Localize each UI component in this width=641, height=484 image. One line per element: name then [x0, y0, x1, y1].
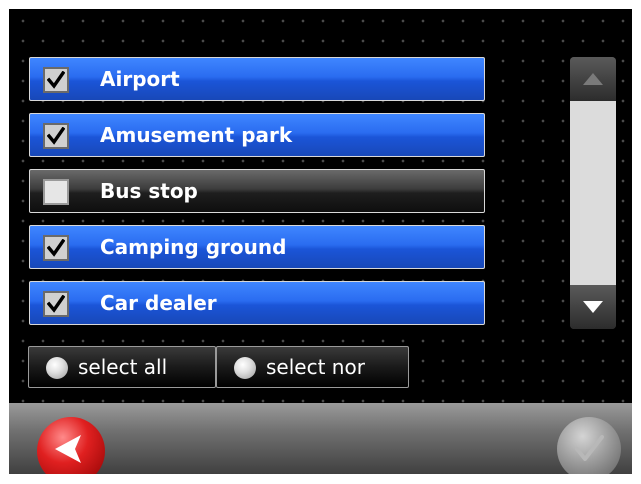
checkmark-icon	[47, 71, 65, 89]
back-button[interactable]	[37, 417, 105, 474]
scroll-down-button[interactable]	[570, 285, 616, 329]
list-item-car-dealer[interactable]: Car dealer	[29, 281, 485, 325]
confirm-button[interactable]	[557, 417, 621, 474]
list-item-label: Airport	[100, 67, 180, 91]
checkmark-icon	[575, 435, 604, 461]
select-all-button[interactable]: select all	[28, 346, 216, 388]
list-item-amusement-park[interactable]: Amusement park	[29, 113, 485, 157]
select-all-label: select all	[78, 355, 168, 379]
scroll-up-button[interactable]	[570, 57, 616, 101]
list-item-label: Car dealer	[100, 291, 217, 315]
triangle-down-icon	[583, 301, 603, 313]
list-item-airport[interactable]: Airport	[29, 57, 485, 101]
checkmark-icon	[47, 295, 65, 313]
select-none-label: select nor	[266, 355, 365, 379]
back-arrow-icon	[55, 435, 81, 463]
list-item-camping-ground[interactable]: Camping ground	[29, 225, 485, 269]
list-item-label: Amusement park	[100, 123, 293, 147]
checkmark-icon	[47, 239, 65, 257]
list-item-label: Bus stop	[100, 179, 198, 203]
checkbox[interactable]	[43, 179, 69, 205]
scrollbar[interactable]	[570, 57, 616, 329]
triangle-up-icon	[583, 73, 603, 85]
radio-icon	[234, 357, 256, 379]
bottom-bar	[9, 403, 632, 474]
checkbox[interactable]	[43, 291, 69, 317]
radio-icon	[46, 357, 68, 379]
poi-selection-screen: Airport Amusement park Bus stop Camping …	[9, 9, 632, 474]
select-none-button[interactable]: select nor	[216, 346, 409, 388]
scrollbar-thumb[interactable]	[570, 101, 616, 285]
checkmark-icon	[47, 127, 65, 145]
checkbox[interactable]	[43, 67, 69, 93]
checkbox[interactable]	[43, 235, 69, 261]
device-frame: Airport Amusement park Bus stop Camping …	[0, 0, 641, 484]
list-item-label: Camping ground	[100, 235, 287, 259]
checkbox[interactable]	[43, 123, 69, 149]
list-item-bus-stop[interactable]: Bus stop	[29, 169, 485, 213]
